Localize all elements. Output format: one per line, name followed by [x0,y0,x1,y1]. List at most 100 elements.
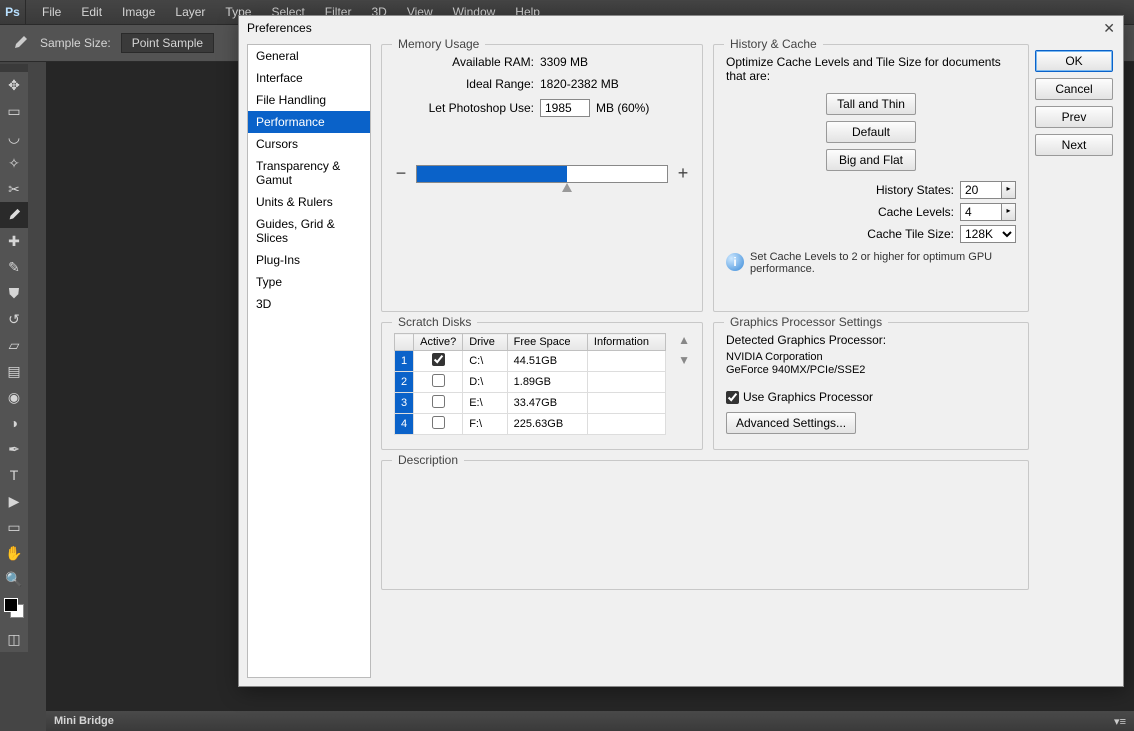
memory-slider-thumb[interactable] [562,183,572,192]
description-group: Description [381,460,1029,590]
scratch-row[interactable]: 2D:\1.89GB [395,372,666,393]
sample-size-select[interactable]: Point Sample [121,33,214,53]
memory-slider[interactable] [416,165,668,183]
category-file-handling[interactable]: File Handling [248,89,370,111]
history-states-label: History States: [876,183,954,197]
stamp-tool-icon[interactable]: ⛊ [0,280,28,306]
history-states-input[interactable] [960,181,1002,199]
cache-info-text: Set Cache Levels to 2 or higher for opti… [750,251,1016,275]
hand-tool-icon[interactable]: ✋ [0,540,28,566]
memory-increment-button[interactable]: + [676,163,690,184]
category-cursors[interactable]: Cursors [248,133,370,155]
scratch-active-checkbox[interactable] [432,416,445,429]
category-transparency-gamut[interactable]: Transparency & Gamut [248,155,370,191]
dialog-actions: OK Cancel Prev Next [1035,40,1123,686]
memory-slider-fill [417,166,567,182]
shape-tool-icon[interactable]: ▭ [0,514,28,540]
toolbar-handle[interactable] [0,64,28,72]
ideal-range-value: 1820-2382 MB [540,77,619,91]
scratch-row[interactable]: 1C:\44.51GB [395,351,666,372]
memory-legend: Memory Usage [392,37,485,51]
category-3d[interactable]: 3D [248,293,370,315]
col-drive: Drive [463,334,507,351]
next-button[interactable]: Next [1035,134,1113,156]
marquee-tool-icon[interactable]: ▭ [0,98,28,124]
scratch-disks-table: Active? Drive Free Space Information 1C:… [394,333,666,435]
ok-button[interactable]: OK [1035,50,1113,72]
gradient-tool-icon[interactable]: ▤ [0,358,28,384]
cache-levels-stepper[interactable]: ▸ [1002,203,1016,221]
default-button[interactable]: Default [826,121,916,143]
info-icon: i [726,253,744,271]
dialog-title: Preferences [247,21,312,35]
menu-layer[interactable]: Layer [165,0,215,24]
mini-bridge-title: Mini Bridge [54,715,114,727]
big-and-flat-button[interactable]: Big and Flat [826,149,916,171]
color-swatch[interactable] [4,598,24,620]
type-tool-icon[interactable]: T [0,462,28,488]
lasso-tool-icon[interactable]: ◡ [0,124,28,150]
category-type[interactable]: Type [248,271,370,293]
let-photoshop-use-input[interactable] [540,99,590,117]
detected-gpu-label: Detected Graphics Processor: [726,333,1016,347]
move-down-icon[interactable]: ▼ [678,353,690,367]
history-cache-intro: Optimize Cache Levels and Tile Size for … [726,55,1016,83]
category-plugins[interactable]: Plug-Ins [248,249,370,271]
dodge-tool-icon[interactable]: ◑ [0,410,28,436]
mini-bridge-panel[interactable]: Mini Bridge ▾≡ [46,711,1134,731]
history-cache-group: History & Cache Optimize Cache Levels an… [713,44,1029,312]
eyedropper-tool-icon [10,33,30,53]
available-ram-label: Available RAM: [394,55,534,69]
healing-brush-tool-icon[interactable]: ✚ [0,228,28,254]
use-gpu-label: Use Graphics Processor [743,390,873,404]
memory-decrement-button[interactable]: − [394,163,408,184]
cache-tile-size-label: Cache Tile Size: [867,227,954,241]
zoom-tool-icon[interactable]: 🔍 [0,566,28,592]
col-free: Free Space [507,334,587,351]
crop-tool-icon[interactable]: ✂ [0,176,28,202]
path-select-tool-icon[interactable]: ▶ [0,488,28,514]
scratch-active-checkbox[interactable] [432,395,445,408]
eraser-tool-icon[interactable]: ▱ [0,332,28,358]
quickmask-toggle-icon[interactable]: ◫ [0,626,28,652]
category-units-rulers[interactable]: Units & Rulers [248,191,370,213]
history-brush-tool-icon[interactable]: ↺ [0,306,28,332]
category-interface[interactable]: Interface [248,67,370,89]
category-guides-grid-slices[interactable]: Guides, Grid & Slices [248,213,370,249]
move-tool-icon[interactable]: ✥ [0,72,28,98]
pen-tool-icon[interactable]: ✒ [0,436,28,462]
category-general[interactable]: General [248,45,370,67]
available-ram-value: 3309 MB [540,55,588,69]
scratch-disks-legend: Scratch Disks [392,315,477,329]
prev-button[interactable]: Prev [1035,106,1113,128]
close-icon[interactable]: ✕ [1103,20,1115,37]
menu-file[interactable]: File [32,0,71,24]
gpu-settings-group: Graphics Processor Settings Detected Gra… [713,322,1029,450]
menu-edit[interactable]: Edit [71,0,112,24]
magic-wand-tool-icon[interactable]: ✧ [0,150,28,176]
brush-tool-icon[interactable]: ✎ [0,254,28,280]
foreground-color[interactable] [4,598,18,612]
history-states-stepper[interactable]: ▸ [1002,181,1016,199]
cancel-button[interactable]: Cancel [1035,78,1113,100]
scratch-active-checkbox[interactable] [432,353,445,366]
use-gpu-checkbox[interactable] [726,391,739,404]
scratch-row[interactable]: 3E:\33.47GB [395,393,666,414]
move-up-icon[interactable]: ▲ [678,333,690,347]
panel-menu-icon[interactable]: ▾≡ [1114,715,1126,728]
eyedropper-tool-icon[interactable] [0,202,28,228]
history-cache-legend: History & Cache [724,37,823,51]
cache-tile-size-select[interactable]: 128K [960,225,1016,243]
app-logo: Ps [0,0,26,24]
col-info: Information [587,334,665,351]
tall-and-thin-button[interactable]: Tall and Thin [826,93,916,115]
scratch-row[interactable]: 4F:\225.63GB [395,414,666,435]
scratch-active-checkbox[interactable] [432,374,445,387]
advanced-settings-button[interactable]: Advanced Settings... [726,412,856,434]
scratch-disks-group: Scratch Disks Active? Drive Free Space I… [381,322,703,450]
menu-image[interactable]: Image [112,0,165,24]
tool-palette: ✥ ▭ ◡ ✧ ✂ ✚ ✎ ⛊ ↺ ▱ ▤ ◉ ◑ ✒ T ▶ ▭ ✋ 🔍 ◫ [0,72,28,652]
blur-tool-icon[interactable]: ◉ [0,384,28,410]
category-performance[interactable]: Performance [248,111,370,133]
cache-levels-input[interactable] [960,203,1002,221]
